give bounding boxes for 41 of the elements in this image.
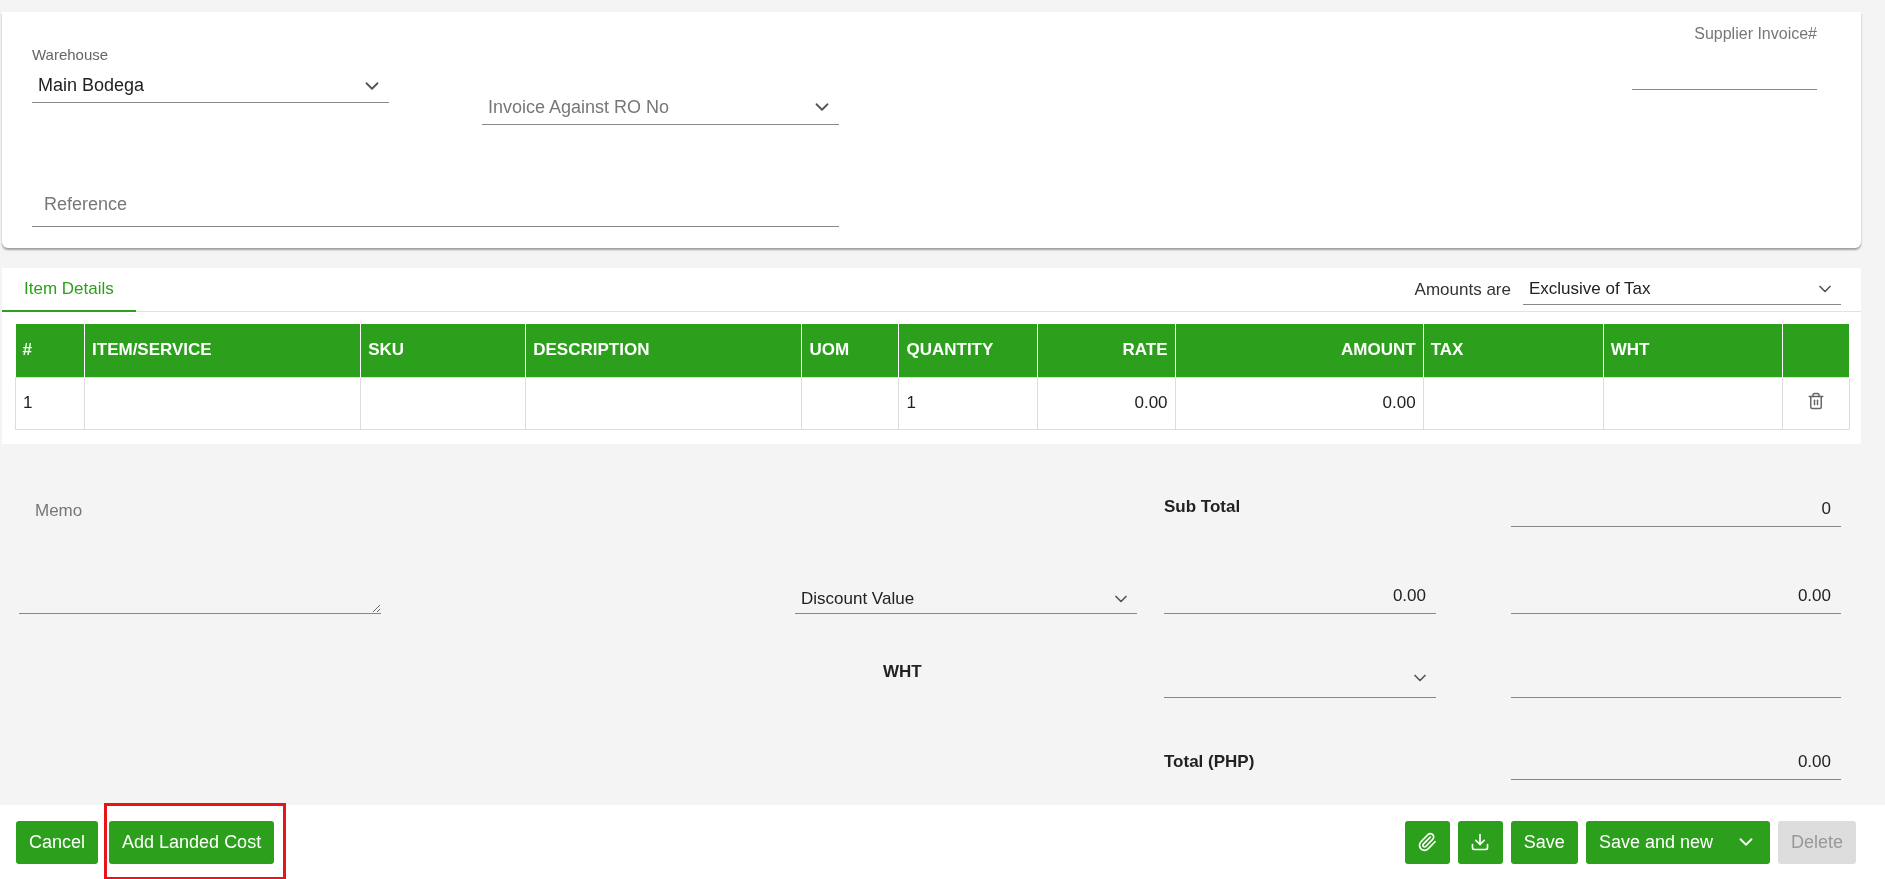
total-label: Total (PHP) [1164,751,1255,773]
sub-total-value: 0 [1511,492,1841,527]
discount-input[interactable]: 0.00 [1164,579,1436,614]
sub-total-label: Sub Total [1164,496,1241,518]
footer-button[interactable]: Add Landed Cost [109,820,275,864]
reference-field[interactable]: Reference [32,182,839,227]
column-header: QUANTITY [898,324,1037,377]
column-header [1782,324,1850,377]
column-header: TAX [1423,324,1604,377]
amounts-label: Amounts are [1414,279,1511,300]
column-header: WHT [1603,324,1783,377]
column-header: UOM [801,324,899,377]
column-header: # [15,324,85,377]
discount-select[interactable]: Discount Value [795,585,1137,614]
invoice-select[interactable]: Invoice Against RO No [482,90,839,125]
attach-button[interactable] [1404,820,1450,864]
column-header: ITEM/SERVICE [84,324,361,377]
tab[interactable]: Item Details [2,267,136,312]
save-button[interactable]: Save [1510,820,1578,864]
discount-amount: 0.00 [1511,579,1841,614]
save-and-new-button[interactable]: Save and new [1585,820,1770,864]
column-header: DESCRIPTION [525,324,802,377]
paperclip-icon [1417,832,1438,852]
field-label: Warehouse [32,46,109,63]
supplier-invoice-field[interactable]: Supplier Invoice# [1632,24,1817,90]
table-cell: 1 [898,377,1037,429]
table-cell: 0.00 [1175,377,1424,429]
download-icon [1470,832,1491,852]
total-value: 0.00 [1511,745,1841,780]
tax-select[interactable]: Exclusive of Tax [1523,274,1841,305]
trash-icon[interactable] [1806,391,1825,410]
warehouse-select[interactable]: Main Bodega [32,69,389,103]
table-cell: 1 [15,377,85,429]
table-cell: 0.00 [1037,377,1176,429]
column-header: AMOUNT [1175,324,1424,377]
download-button[interactable] [1457,820,1503,864]
memo-label: Memo [34,500,84,522]
footer-button[interactable]: Cancel [16,820,99,864]
column-header: RATE [1037,324,1176,377]
column-header: SKU [360,324,526,377]
wht-label: WHT [883,661,922,683]
